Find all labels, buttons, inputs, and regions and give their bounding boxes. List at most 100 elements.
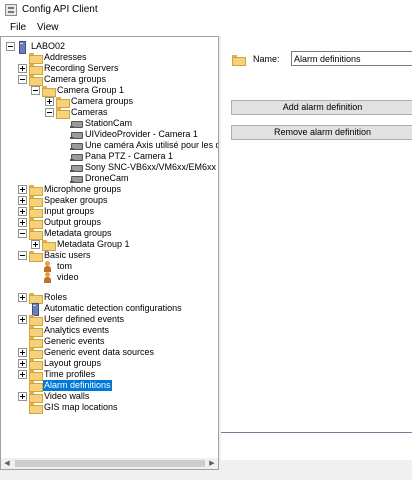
tree-item-user[interactable]: tom — [1, 261, 218, 272]
tree-item-camera[interactable]: DroneCam — [1, 173, 218, 184]
folder-icon — [29, 63, 43, 75]
expand-icon[interactable] — [18, 348, 27, 357]
folder-icon — [42, 85, 56, 97]
tree-item-basic-users[interactable]: Basic users — [1, 250, 218, 262]
tree-item-label: StationCam — [85, 118, 133, 128]
scroll-left-icon[interactable]: ◀ — [1, 458, 13, 469]
tree-item-user[interactable]: video — [1, 272, 218, 283]
camera-icon — [70, 129, 83, 140]
tree-item-speaker-groups[interactable]: Speaker groups — [1, 195, 218, 207]
expand-icon[interactable] — [18, 196, 27, 205]
tree-item-label: Generic events — [44, 336, 105, 346]
collapse-icon[interactable] — [31, 86, 40, 95]
tree-item-label: Camera Group 1 — [57, 85, 125, 95]
tree-item-layout-groups[interactable]: Layout groups — [1, 358, 218, 370]
collapse-icon[interactable] — [18, 229, 27, 238]
tree-item-nested-camera-groups[interactable]: Camera groups — [1, 96, 218, 108]
tree-item-label: Microphone groups — [44, 184, 122, 194]
folder-icon — [29, 347, 43, 359]
collapse-icon[interactable] — [18, 75, 27, 84]
tree-item-label: Camera groups — [71, 96, 134, 106]
folder-icon — [29, 228, 43, 240]
tree-item-automatic-detection[interactable]: Automatic detection configurations — [1, 303, 218, 316]
tree-item-camera-group-1[interactable]: Camera Group 1 — [1, 85, 218, 97]
folder-icon — [29, 314, 43, 326]
folder-icon — [29, 195, 43, 207]
divider — [221, 432, 412, 433]
tree-item-label: Time profiles — [44, 369, 96, 379]
tree-item-label: Automatic detection configurations — [44, 303, 182, 313]
menu-view[interactable]: View — [37, 22, 59, 33]
server-icon — [29, 303, 41, 316]
scroll-right-icon[interactable]: ▶ — [206, 458, 218, 469]
folder-icon — [29, 184, 43, 196]
collapse-icon[interactable] — [45, 108, 54, 117]
remove-alarm-definition-button[interactable]: Remove alarm definition — [231, 125, 412, 140]
expand-icon[interactable] — [18, 392, 27, 401]
tree-item-input-groups[interactable]: Input groups — [1, 206, 218, 218]
tree-item-label: video — [57, 272, 79, 282]
expand-icon[interactable] — [18, 370, 27, 379]
tree-item-camera[interactable]: Pana PTZ - Camera 1 — [1, 151, 218, 162]
menu-file[interactable]: File — [10, 22, 26, 33]
expand-icon[interactable] — [18, 185, 27, 194]
tree-item-label: Recording Servers — [44, 63, 119, 73]
tree-item-label: Addresses — [44, 52, 87, 62]
tree-item-output-groups[interactable]: Output groups — [1, 217, 218, 229]
expand-icon[interactable] — [45, 97, 54, 106]
tree-item-camera[interactable]: Sony SNC-VB6xx/VM6xx/EM6xx Series — [1, 162, 218, 173]
tree-item-label: Camera groups — [44, 74, 107, 84]
tree-item-label: Layout groups — [44, 358, 102, 368]
collapse-icon[interactable] — [18, 251, 27, 260]
tree-item-metadata-group-1[interactable]: Metadata Group 1 — [1, 239, 218, 251]
tree-item-label: Roles — [44, 292, 68, 302]
tree-item-camera[interactable]: Une caméra Axis utilisé pour les démos. … — [1, 140, 218, 151]
folder-icon — [29, 74, 43, 86]
tree-item-time-profiles[interactable]: Time profiles — [1, 369, 218, 381]
expand-icon[interactable] — [18, 207, 27, 216]
tree-item-video-walls[interactable]: Video walls — [1, 391, 218, 403]
expand-icon[interactable] — [18, 218, 27, 227]
user-icon — [42, 272, 54, 283]
tree-item-label: Speaker groups — [44, 195, 108, 205]
tree-item-root[interactable]: LABO02 — [1, 41, 218, 54]
tree-item-gis-map-locations[interactable]: GIS map locations — [1, 402, 218, 414]
tree-item-label: Metadata groups — [44, 228, 112, 238]
tree-item-camera-groups[interactable]: Camera groups — [1, 74, 218, 86]
expand-icon[interactable] — [18, 359, 27, 368]
tree-item-roles[interactable]: Roles — [1, 292, 218, 304]
expand-icon[interactable] — [31, 240, 40, 249]
add-alarm-definition-button[interactable]: Add alarm definition — [231, 100, 412, 115]
tree-item-label: Metadata Group 1 — [57, 239, 130, 249]
detail-panel: Name: Add alarm definition Remove alarm … — [221, 36, 412, 460]
expand-icon[interactable] — [18, 315, 27, 324]
expand-icon[interactable] — [18, 64, 27, 73]
tree-item-label: User defined events — [44, 314, 125, 324]
tree-item-label: Cameras — [71, 107, 108, 117]
tree-item-analytics-events[interactable]: Analytics events — [1, 325, 218, 337]
tree-item-generic-events[interactable]: Generic events — [1, 336, 218, 348]
tree-item-microphone-groups[interactable]: Microphone groups — [1, 184, 218, 196]
tree-item-user-defined-events[interactable]: User defined events — [1, 314, 218, 326]
tree-item-addresses[interactable]: Addresses — [1, 52, 218, 64]
collapse-icon[interactable] — [6, 42, 15, 51]
horizontal-scrollbar[interactable]: ◀ ▶ — [0, 458, 219, 470]
folder-icon — [29, 336, 43, 348]
tree-item-cameras[interactable]: Cameras — [1, 107, 218, 119]
tree-item-label: Analytics events — [44, 325, 110, 335]
tree-item-camera[interactable]: StationCam — [1, 118, 218, 129]
folder-icon — [56, 96, 70, 108]
tree-item-camera[interactable]: UIVideoProvider - Camera 1 — [1, 129, 218, 140]
tree-item-recording-servers[interactable]: Recording Servers — [1, 63, 218, 75]
tree-item-generic-event-sources[interactable]: Generic event data sources — [1, 347, 218, 359]
name-field[interactable] — [291, 51, 412, 66]
expand-icon[interactable] — [18, 293, 27, 302]
tree-item-metadata-groups[interactable]: Metadata groups — [1, 228, 218, 240]
camera-icon — [70, 151, 83, 162]
configuration-tree[interactable]: LABO02 Addresses Recording Servers Camer… — [0, 36, 219, 460]
tree-item-alarm-definitions[interactable]: Alarm definitions — [1, 380, 218, 392]
scrollbar-thumb[interactable] — [15, 460, 205, 467]
camera-icon — [70, 162, 83, 173]
tree-item-label: Une caméra Axis utilisé pour les démos. … — [85, 140, 218, 150]
folder-icon — [29, 380, 43, 392]
